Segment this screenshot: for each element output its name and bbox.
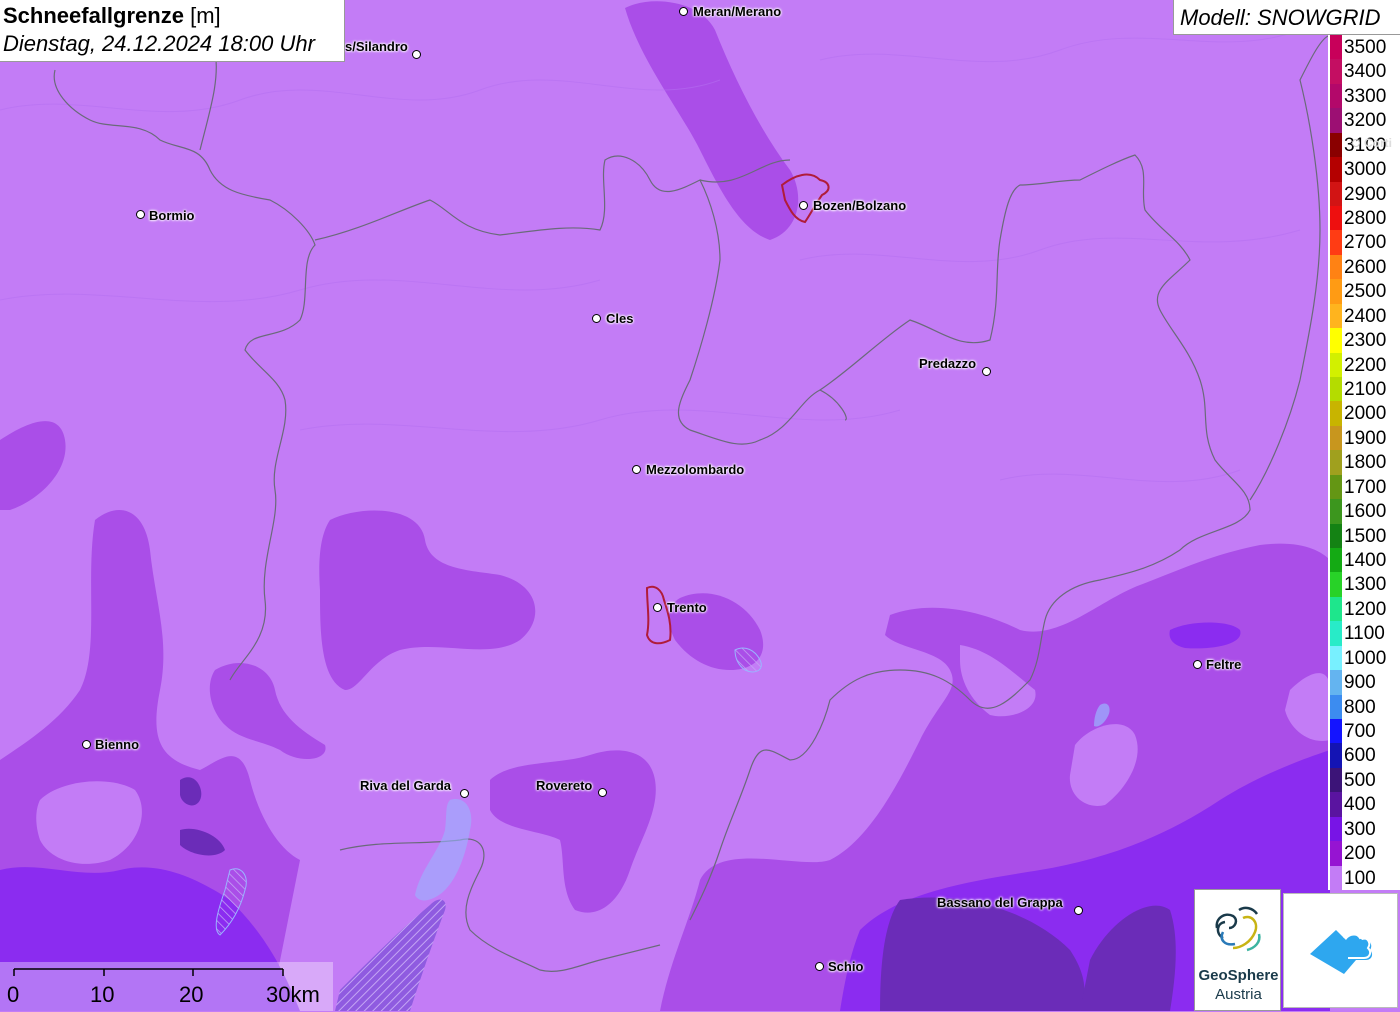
- map-title: Schneefallgrenze [m]: [3, 2, 344, 30]
- legend-row-2100: 2100: [1328, 365, 1400, 402]
- legend-row-2700: 2700: [1328, 218, 1400, 255]
- city-label-bienno: Bienno: [95, 737, 140, 752]
- city-label-predazzo: Predazzo: [919, 356, 977, 371]
- legend-row-600: 600: [1328, 731, 1400, 768]
- legend-row-1100: 1100: [1328, 609, 1400, 646]
- city-marker-cles[interactable]: [592, 314, 601, 323]
- city-marker-corti[interactable]: [1352, 139, 1360, 147]
- model-label: Modell: SNOWGRID: [1173, 0, 1400, 35]
- legend-row-1300: 1300: [1328, 560, 1400, 597]
- city-marker-bozen[interactable]: [799, 201, 808, 210]
- city-label-feltre: Feltre: [1206, 657, 1242, 672]
- legend-row-500: 500: [1328, 756, 1400, 793]
- weather-app-logo[interactable]: [1283, 893, 1398, 1008]
- legend-swatch: [1330, 865, 1342, 890]
- title-text: Schneefallgrenze: [3, 3, 184, 28]
- scale-label-0: 0: [7, 982, 20, 1007]
- scale-bar-ticks: [13, 968, 284, 976]
- legend-row-1000: 1000: [1328, 634, 1400, 671]
- legend-row-2800: 2800: [1328, 194, 1400, 231]
- legend-row-800: 800: [1328, 683, 1400, 719]
- city-marker-riva[interactable]: [460, 789, 469, 798]
- legend-row-3400: 3400: [1328, 47, 1400, 84]
- map-title-box: Schneefallgrenze [m] Dienstag, 24.12.202…: [0, 0, 345, 62]
- scale-label-10: 10: [90, 982, 115, 1007]
- city-label-riva: Riva del Garda: [360, 778, 452, 793]
- color-legend: 3500 3400 3300 3200 3100 3000 2900 2800 2700 2600…: [1328, 35, 1400, 890]
- scale-bar: 0 10 20 30km: [0, 962, 333, 1011]
- legend-row-2300: 2300: [1328, 316, 1400, 353]
- legend-row-1200: 1200: [1328, 585, 1400, 622]
- legend-row-1600: 1600: [1328, 487, 1400, 524]
- city-marker-bienno[interactable]: [82, 740, 91, 749]
- legend-row-1900: 1900: [1328, 414, 1400, 451]
- legend-row-1400: 1400: [1328, 536, 1400, 573]
- city-label-bormio: Bormio: [149, 208, 195, 223]
- city-label-meran: Meran/Merano: [693, 4, 782, 19]
- legend-row-400: 400: [1328, 780, 1400, 817]
- legend-label: 100: [1344, 867, 1376, 889]
- city-label-corti: Corti: [1364, 136, 1392, 150]
- geosphere-logo-icon: [1215, 906, 1261, 952]
- snowfall-limit-map[interactable]: [0, 0, 1400, 1011]
- legend-row-1500: 1500: [1328, 512, 1400, 548]
- scale-label-30km: 30km: [266, 982, 320, 1007]
- legend-row-2600: 2600: [1328, 243, 1400, 280]
- legend-row-3200: 3200: [1328, 96, 1400, 133]
- legend-row-2400: 2400: [1328, 292, 1400, 329]
- city-marker-trento[interactable]: [653, 603, 662, 612]
- weather-app-logo-icon: [1310, 930, 1373, 974]
- legend-row-2200: 2200: [1328, 341, 1400, 377]
- legend-row-2000: 2000: [1328, 389, 1400, 426]
- city-label-cles: Cles: [606, 311, 634, 326]
- legend-row-700: 700: [1328, 707, 1400, 744]
- geosphere-logo-sub: Austria: [1215, 986, 1262, 1003]
- legend-row-2500: 2500: [1328, 267, 1400, 304]
- legend-row-200: 200: [1328, 829, 1400, 866]
- city-label-trento: Trento: [667, 600, 707, 615]
- city-marker-silandro[interactable]: [412, 50, 421, 59]
- map-datetime: Dienstag, 24.12.2024 18:00 Uhr: [3, 31, 315, 56]
- legend-row-2900: 2900: [1328, 170, 1400, 206]
- city-label-rovereto: Rovereto: [536, 778, 593, 793]
- city-label-bassano: Bassano del Grappa: [937, 895, 1063, 910]
- legend-row-3300: 3300: [1328, 72, 1400, 109]
- scale-label-20: 20: [179, 982, 204, 1007]
- geosphere-logo-name: GeoSphere: [1198, 967, 1279, 984]
- legend-row-100: 100: [1328, 854, 1400, 890]
- legend-row-1800: 1800: [1328, 438, 1400, 475]
- title-unit: [m]: [190, 3, 221, 28]
- city-label-schio: Schio: [828, 959, 864, 974]
- legend-row-3500: 3500: [1328, 35, 1400, 60]
- city-label-bozen: Bozen/Bolzano: [813, 198, 907, 213]
- legend-row-300: 300: [1328, 805, 1400, 842]
- city-marker-bassano[interactable]: [1074, 906, 1083, 915]
- city-marker-predazzo[interactable]: [982, 367, 991, 376]
- legend-row-900: 900: [1328, 658, 1400, 695]
- city-label-silandro: s/Silandro: [345, 39, 408, 54]
- city-marker-schio[interactable]: [815, 962, 824, 971]
- city-label-mezzolombardo: Mezzolombardo: [646, 462, 745, 477]
- city-marker-meran[interactable]: [679, 7, 688, 16]
- city-marker-bormio[interactable]: [136, 210, 145, 219]
- city-marker-rovereto[interactable]: [598, 788, 607, 797]
- city-marker-mezzolombardo[interactable]: [632, 465, 641, 474]
- geosphere-logo[interactable]: GeoSphere Austria: [1194, 889, 1281, 1011]
- city-marker-feltre[interactable]: [1193, 660, 1202, 669]
- legend-row-1700: 1700: [1328, 463, 1400, 500]
